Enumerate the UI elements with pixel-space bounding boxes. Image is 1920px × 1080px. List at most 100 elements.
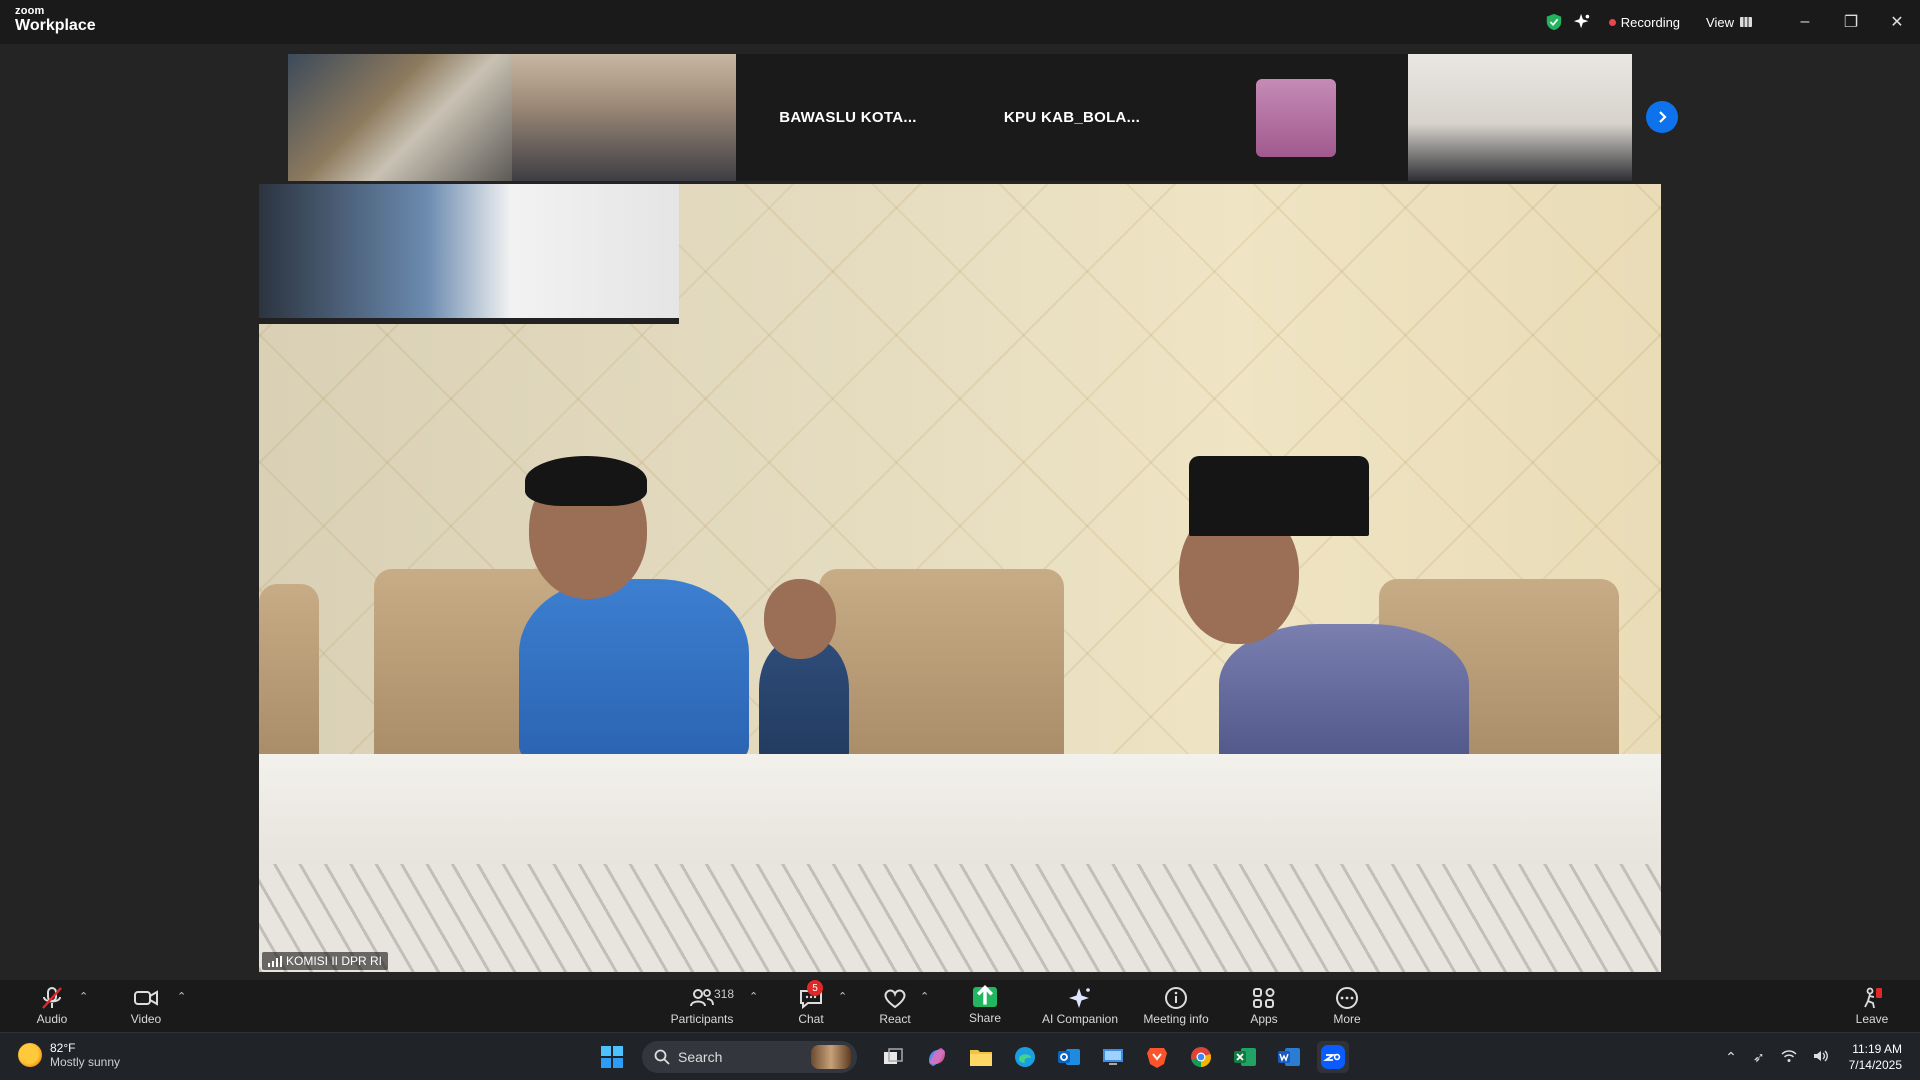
react-options-chevron-up-icon[interactable]: ⌃ [920,990,929,1003]
participant-tile[interactable] [288,54,512,181]
task-view-icon[interactable] [877,1041,909,1073]
peci-hat [1189,456,1369,536]
meeting-info-button[interactable]: Meeting info [1140,980,1212,1032]
more-button[interactable]: More [1327,980,1367,1032]
video-camera-icon [134,990,158,1006]
weather-description: Mostly sunny [50,1055,121,1069]
participants-label: Participants [670,1012,734,1026]
participants-options-chevron-up-icon[interactable]: ⌃ [749,990,758,1003]
view-button[interactable]: View [1706,15,1752,30]
brave-browser-icon[interactable] [1141,1041,1173,1073]
volume-icon[interactable] [1813,1049,1829,1066]
search-highlight-image [811,1045,851,1069]
meeting-toolbar: Audio ⌃ Video ⌃ Participants 318 ⌃ Chat … [0,980,1920,1032]
participant-avatar [1256,78,1336,157]
participant-tile[interactable]: KPU KAB_BOLA... [960,54,1184,181]
react-label: React [879,1012,911,1026]
leave-label: Leave [1855,1012,1889,1026]
app-logo: zoom Workplace [15,6,96,34]
weather-temperature: 82°F [50,1041,76,1055]
view-label: View [1706,14,1734,30]
ai-companion-label: AI Companion [1041,1012,1119,1026]
word-icon[interactable] [1273,1041,1305,1073]
windows-start-icon[interactable] [596,1041,628,1073]
title-bar: zoom Workplace Recording View – ❐ ✕ [0,0,1920,44]
signal-bars-icon [268,955,282,967]
background-monitor [259,184,679,324]
chat-options-chevron-up-icon[interactable]: ⌃ [838,990,847,1003]
share-button[interactable]: Share [962,980,1008,1032]
background-person-head [764,579,836,659]
info-icon [1165,987,1187,1009]
right-person [1219,624,1469,774]
microphone-muted-icon [42,987,62,1009]
apps-icon [1253,988,1275,1008]
brand-large: Workplace [15,17,96,34]
restore-button[interactable]: ❐ [1828,0,1874,44]
apps-button[interactable]: Apps [1244,980,1284,1032]
chrome-browser-icon[interactable] [1185,1041,1217,1073]
recording-indicator[interactable]: Recording [1608,15,1680,30]
remote-desktop-icon[interactable] [1097,1041,1129,1073]
audio-button[interactable]: Audio [30,980,74,1032]
more-ellipsis-icon [1336,987,1358,1009]
ai-companion-button[interactable]: AI Companion [1038,980,1122,1032]
grid-icon [1740,17,1752,27]
system-clock[interactable]: 11:19 AM 7/14/2025 [1849,1041,1902,1073]
search-icon [654,1049,670,1065]
gallery-next-button[interactable] [1646,101,1678,133]
apps-label: Apps [1250,1012,1278,1026]
participant-name: BAWASLU KOTA... [779,109,917,126]
participant-tile[interactable] [1184,54,1408,181]
meeting-info-label: Meeting info [1143,1012,1209,1026]
recording-dot-icon [1608,18,1616,26]
main-speaker-video[interactable]: KOMISI II DPR RI [259,184,1661,972]
wifi-icon[interactable] [1781,1049,1797,1066]
system-tray: ⌃ ➶ 11:19 AM 7/14/2025 [1717,1033,1920,1080]
leave-button[interactable]: Leave [1852,980,1892,1032]
heart-icon [884,989,906,1009]
participants-count: 318 [714,987,735,1001]
chevron-up-icon[interactable]: ⌃ [1725,1049,1737,1066]
ai-companion-sparkle-icon [1069,988,1090,1008]
react-button[interactable]: React [874,980,916,1032]
weather-widget[interactable]: 82°F Mostly sunny [18,1041,120,1069]
sun-icon [18,1043,42,1067]
clock-date: 7/14/2025 [1848,1058,1902,1072]
video-options-chevron-up-icon[interactable]: ⌃ [177,990,186,1003]
participants-icon [690,989,714,1007]
share-label: Share [968,1011,1002,1025]
leave-door-icon [1864,987,1882,1009]
audio-label: Audio [36,1012,68,1026]
ai-sparkle-icon[interactable] [1573,13,1591,31]
participant-label: KOMISI II DPR RI [262,952,389,970]
participant-tile[interactable]: BAWASLU KOTA... [736,54,960,181]
chat-unread-badge: 5 [807,980,823,996]
speaker-hair [525,456,647,506]
participant-label-text: KOMISI II DPR RI [286,954,383,968]
participants-button[interactable]: Participants 318 [664,980,740,1032]
video-button[interactable]: Video [124,980,168,1032]
copilot-icon[interactable] [921,1041,953,1073]
zoom-app-icon[interactable] [1317,1041,1349,1073]
participant-tile[interactable] [1408,54,1632,181]
speaker-person [519,579,749,764]
file-explorer-icon[interactable] [965,1041,997,1073]
chat-button[interactable]: Chat 5 [791,980,831,1032]
network-location-icon[interactable]: ➶ [1753,1049,1765,1066]
os-taskbar: 82°F Mostly sunny Search ⌃ ➶ 11:19 AM 7/… [0,1032,1920,1080]
search-placeholder: Search [678,1049,723,1065]
video-label: Video [130,1012,162,1026]
close-button[interactable]: ✕ [1874,0,1920,44]
audio-options-chevron-up-icon[interactable]: ⌃ [79,990,88,1003]
encryption-shield-icon[interactable] [1545,13,1563,31]
gallery-strip: BAWASLU KOTA... KPU KAB_BOLA... [288,54,1632,181]
outlook-icon[interactable] [1053,1041,1085,1073]
clock-time: 11:19 AM [1852,1042,1902,1056]
taskbar-search-box[interactable]: Search [642,1041,857,1073]
minimize-button[interactable]: – [1782,0,1828,44]
edge-browser-icon[interactable] [1009,1041,1041,1073]
participant-tile[interactable] [512,54,736,181]
chevron-right-icon [1659,111,1667,123]
excel-icon[interactable] [1229,1041,1261,1073]
